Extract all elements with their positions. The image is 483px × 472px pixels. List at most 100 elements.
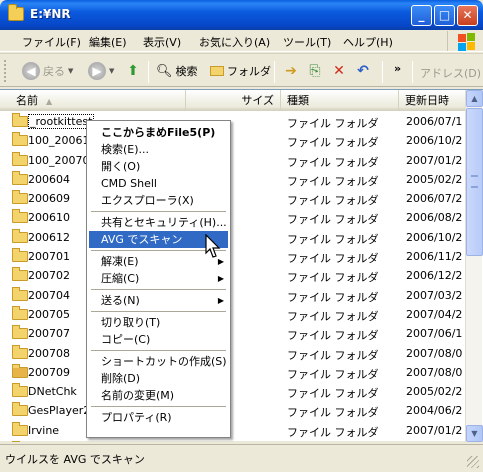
file-row[interactable]: 200709 ファイル フォルダ 2007/08/0 [0, 363, 465, 382]
file-type: ファイル フォルダ [287, 174, 379, 188]
undo-icon[interactable]: ↶ [354, 62, 372, 80]
folder-icon [8, 4, 24, 21]
minimize-button[interactable]: _ [411, 5, 432, 26]
file-type: ファイル フォルダ [287, 252, 379, 266]
move-to-icon[interactable]: ➔ [282, 62, 300, 80]
search-button[interactable]: 🔍︎ 検索 [156, 60, 198, 82]
file-type: ファイル フォルダ [287, 329, 379, 343]
folder-icon [12, 325, 28, 340]
scroll-up-icon[interactable]: ▲ [466, 90, 483, 107]
context-menu-item[interactable]: コピー(C) [89, 331, 228, 348]
folder-icon [12, 190, 28, 205]
file-rows: _rootkittest ファイル フォルダ 2006/07/1 100_200612… [0, 112, 465, 442]
column-name-header[interactable]: 名前 ▲ [0, 90, 186, 111]
close-button[interactable]: ✕ [457, 5, 478, 26]
context-menu-item-label: 切り取り(T) [101, 316, 161, 329]
folder-icon [12, 267, 28, 282]
file-row[interactable]: GesPlayer2 ファイル フォルダ 2004/06/2 [0, 401, 465, 420]
forward-button[interactable]: ▶ ▼ [88, 60, 114, 82]
file-date: 2007/01/2 [406, 423, 463, 437]
file-row[interactable]: Irvine ファイル フォルダ 2007/01/2 [0, 421, 465, 440]
file-name: 200708 [28, 346, 70, 360]
menu-help[interactable]: ヘルプ(H) [343, 34, 393, 50]
up-folder-icon[interactable]: ⬆ [124, 62, 142, 80]
folder-icon [12, 402, 28, 417]
file-row[interactable]: Jane Styleファイル フォルダ2007/05/2 [0, 440, 465, 442]
file-row[interactable]: 200701 ファイル フォルダ 2006/11/2 [0, 247, 465, 266]
vertical-scrollbar[interactable]: ▲ ▼ [465, 90, 483, 442]
context-menu-item[interactable]: 検索(E)... [89, 141, 228, 158]
context-menu-item[interactable]: 送る(N) ▶ [89, 292, 228, 309]
maximize-button[interactable]: □ [434, 5, 455, 26]
column-type-header[interactable]: 種類 [281, 90, 399, 111]
toolbar-overflow-chevron[interactable]: » [394, 62, 401, 75]
file-name: 200702 [28, 269, 70, 283]
context-menu-item[interactable]: 切り取り(T) [89, 314, 228, 331]
file-row[interactable]: 200708 ファイル フォルダ 2007/08/0 [0, 344, 465, 363]
file-name: 200709 [28, 365, 70, 379]
menu-view[interactable]: 表示(V) [143, 34, 181, 50]
folders-button[interactable]: フォルダ [210, 60, 271, 82]
file-row[interactable]: 200610 ファイル フォルダ 2006/08/2 [0, 208, 465, 227]
file-row[interactable]: _rootkittest ファイル フォルダ 2006/07/1 [0, 112, 465, 131]
file-row[interactable]: 200612 ファイル フォルダ 2006/10/2 [0, 228, 465, 247]
back-button[interactable]: ◀ 戻る ▼ [22, 60, 73, 82]
context-menu-item[interactable]: プロパティ(R) [89, 409, 228, 426]
address-label[interactable]: アドレス(D) [420, 65, 481, 81]
menu-edit[interactable]: 編集(E) [89, 34, 127, 50]
scroll-down-icon[interactable]: ▼ [466, 425, 483, 442]
context-menu-item[interactable]: ここからまめFile5(P) [89, 124, 228, 141]
column-date-header[interactable]: 更新日時 [399, 90, 469, 111]
file-date: 2007/08/0 [406, 346, 463, 360]
file-row[interactable]: 200704 ファイル フォルダ 2007/03/2 [0, 286, 465, 305]
context-menu-item[interactable]: CMD Shell [89, 175, 228, 192]
folder-icon [12, 113, 28, 127]
copy-to-icon[interactable]: ⎘ [306, 62, 324, 80]
file-list-view[interactable]: 名前 ▲ サイズ 種類 更新日時 _rootkittest ファイル フォルダ 200… [0, 89, 483, 442]
context-menu-item[interactable]: 共有とセキュリティ(H)... [89, 214, 228, 231]
menu-file[interactable]: ファイル(F) [22, 34, 81, 50]
context-menu-item[interactable]: 開く(O) [89, 158, 228, 175]
file-date: 2006/12/2 [406, 269, 463, 283]
window-title: E:¥NR [30, 7, 71, 21]
context-menu-item[interactable]: エクスプローラ(X) [89, 192, 228, 209]
context-menu-item-label: 送る(N) [101, 294, 140, 307]
context-menu-item[interactable]: 名前の変更(M) [89, 387, 228, 404]
toolbar-separator [412, 61, 413, 83]
file-date: 2007/01/2 [406, 153, 463, 167]
file-row[interactable]: DNetChk ファイル フォルダ 2005/02/2 [0, 382, 465, 401]
toolbar-grip[interactable] [4, 60, 7, 82]
file-row[interactable]: 200705 ファイル フォルダ 2007/04/2 [0, 305, 465, 324]
title-bar[interactable]: E:¥NR _ □ ✕ [0, 0, 483, 30]
file-date: 2006/07/1 [406, 115, 463, 128]
toolbar-separator [274, 61, 275, 83]
context-menu-item[interactable]: 圧縮(C) ▶ [89, 270, 228, 287]
menu-separator [91, 350, 226, 351]
resize-grip-icon[interactable] [467, 456, 479, 468]
forward-arrow-icon: ▶ [88, 62, 106, 80]
file-type: ファイル フォルダ [287, 425, 379, 439]
context-menu-item[interactable]: 削除(D) [89, 370, 228, 387]
file-type: ファイル フォルダ [287, 348, 379, 362]
file-row[interactable]: 200707 ファイル フォルダ 2007/06/1 [0, 324, 465, 343]
menu-tools[interactable]: ツール(T) [283, 34, 331, 50]
scrollbar-thumb[interactable] [466, 108, 483, 256]
file-date: 2007/06/1 [406, 327, 463, 341]
file-date: 2007/03/2 [406, 288, 463, 302]
status-text: ウイルスを AVG でスキャン [5, 453, 145, 466]
file-row[interactable]: 100_200612 ファイル フォルダ 2006/10/2 [0, 131, 465, 150]
file-name: 200704 [28, 288, 70, 302]
file-row[interactable]: 200609 ファイル フォルダ 2006/07/2 [0, 189, 465, 208]
delete-icon[interactable]: ✕ [330, 62, 348, 80]
column-name-label: 名前 [16, 94, 38, 107]
file-row[interactable]: 200702 ファイル フォルダ 2006/12/2 [0, 266, 465, 285]
folder-icon [12, 170, 28, 185]
context-menu-item-label: 圧縮(C) [101, 272, 140, 285]
file-name: DNetChk [28, 385, 77, 399]
column-size-header[interactable]: サイズ [186, 90, 281, 111]
file-name: 200610 [28, 211, 70, 225]
context-menu-item[interactable]: ショートカットの作成(S) [89, 353, 228, 370]
menu-favorites[interactable]: お気に入り(A) [199, 34, 270, 50]
file-row[interactable]: 100_200703 ファイル フォルダ 2007/01/2 [0, 151, 465, 170]
file-row[interactable]: 200604 ファイル フォルダ 2005/02/2 [0, 170, 465, 189]
